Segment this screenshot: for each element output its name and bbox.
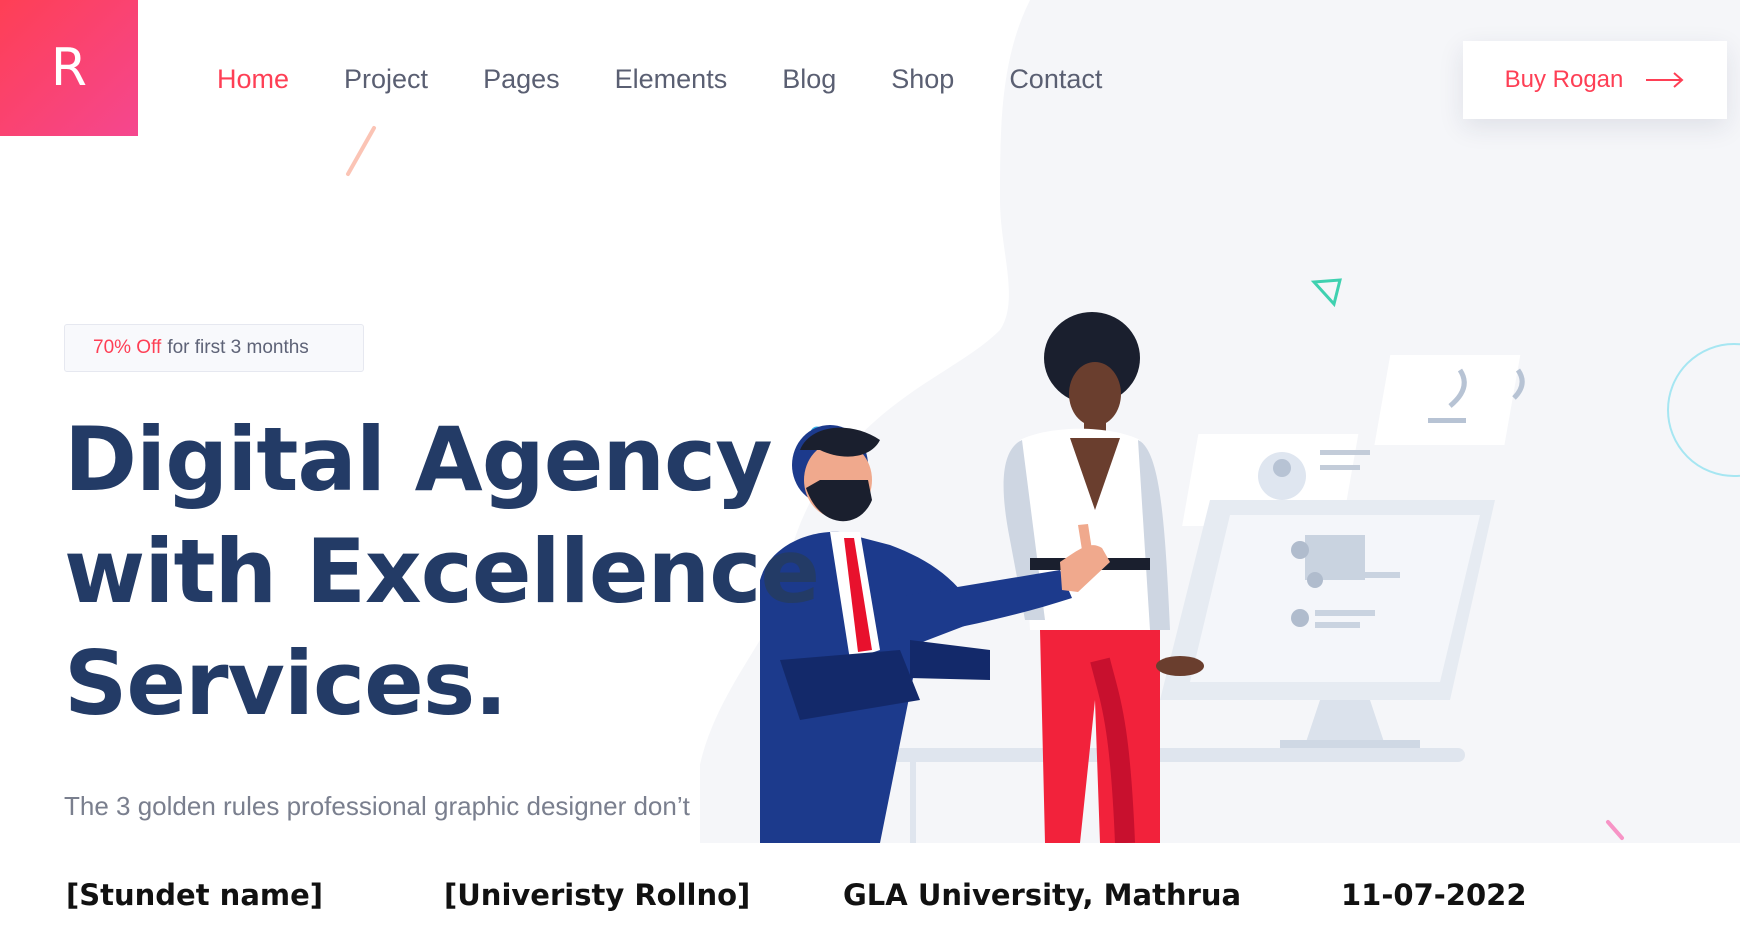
headline-line-2: with Excellence	[64, 520, 820, 623]
decorative-circle	[1667, 343, 1740, 477]
university-name: GLA University, Mathrua	[843, 878, 1242, 912]
nav-item-contact[interactable]: Contact	[1009, 64, 1102, 95]
nav-item-elements[interactable]: Elements	[615, 64, 728, 95]
arrow-right-icon	[1646, 72, 1684, 88]
hero-subtext: The 3 golden rules professional graphic …	[64, 791, 690, 821]
headline-line-3: Services.	[64, 632, 508, 735]
main-nav: Home Project Pages Elements Blog Shop Co…	[217, 64, 1157, 95]
promo-text: for first 3 months	[167, 337, 309, 358]
hero-illustration	[760, 312, 1525, 843]
floating-quote-card	[1374, 355, 1525, 445]
student-name: [Stundet name]	[66, 878, 324, 912]
monitor	[1160, 500, 1495, 752]
promo-highlight: 70% Off	[93, 337, 162, 358]
nav-item-shop[interactable]: Shop	[891, 64, 954, 95]
desk	[875, 748, 1465, 762]
nav-item-project[interactable]: Project	[344, 64, 428, 95]
brand-logo[interactable]: R	[0, 0, 138, 136]
promo-badge: 70% Off for first 3 months	[64, 324, 364, 372]
headline-line-1: Digital Agency	[64, 408, 773, 511]
roll-number: [Univeristy Rollno]	[444, 878, 751, 912]
buy-rogan-button[interactable]: Buy Rogan	[1463, 41, 1727, 119]
brand-logo-letter: R	[50, 38, 88, 98]
nav-item-home[interactable]: Home	[217, 64, 289, 95]
decorative-line	[346, 126, 376, 176]
buy-rogan-label: Buy Rogan	[1504, 66, 1624, 93]
date-label: 11-07-2022	[1341, 878, 1527, 912]
nav-item-blog[interactable]: Blog	[782, 64, 836, 95]
nav-item-pages[interactable]: Pages	[483, 64, 560, 95]
hero-headline: Digital Agency with Excellence Services.	[64, 404, 820, 740]
